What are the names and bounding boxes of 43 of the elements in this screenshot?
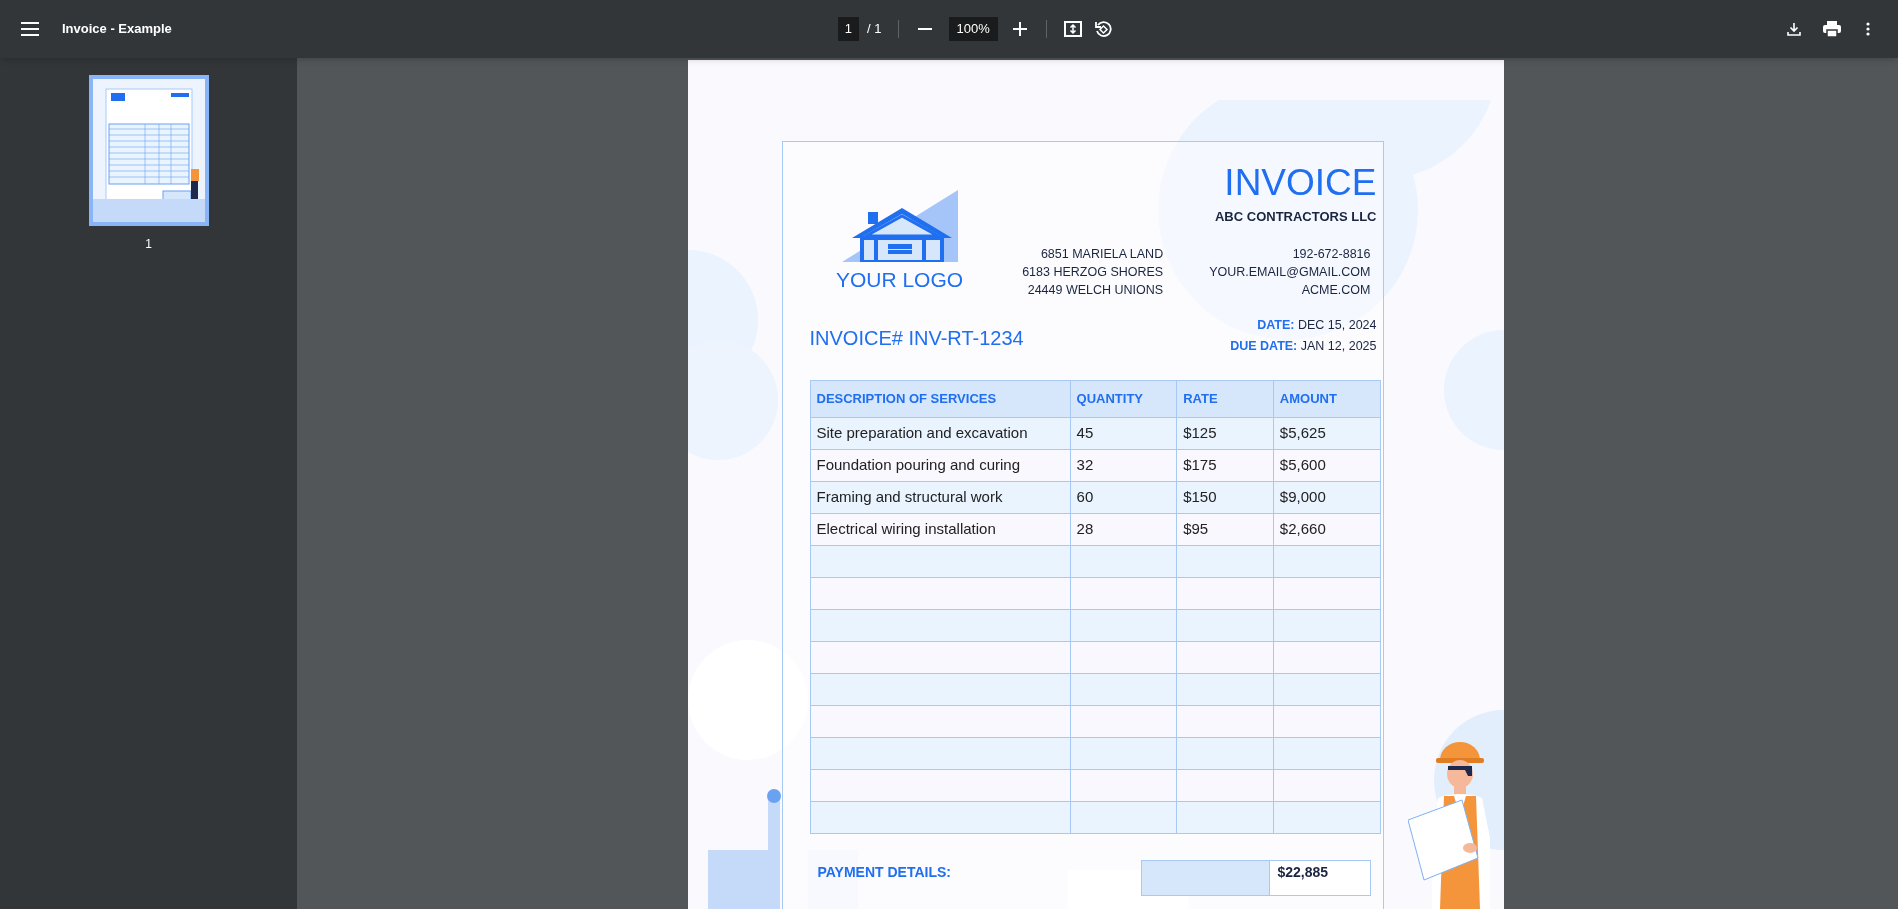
zoom-field[interactable]: 100% <box>948 17 998 41</box>
table-cell: $150 <box>1176 481 1273 513</box>
table-cell: $125 <box>1176 417 1273 449</box>
table-cell-text: Electrical wiring installation <box>815 518 997 539</box>
table-cell: 28 <box>1069 513 1177 545</box>
address-line: 24449 WELCH UNIONS <box>1027 281 1164 299</box>
logo-icon <box>841 190 958 262</box>
page-number-field[interactable]: 1 <box>837 17 860 41</box>
table-cell: 45 <box>1069 417 1177 449</box>
company-name: ABC CONTRACTORS LLC <box>1214 208 1378 226</box>
print-icon[interactable] <box>1822 19 1842 39</box>
address-line: 6851 MARIELA LAND <box>1040 245 1164 263</box>
page-thumbnail[interactable] <box>88 75 209 226</box>
table-cell-text: Site preparation and excavation <box>815 422 1029 443</box>
address-line: 6183 HERZOG SHORES <box>1022 263 1164 281</box>
payment-details-heading: PAYMENT DETAILS: <box>817 863 952 880</box>
invoice-title: INVOICE <box>1224 164 1378 201</box>
contact-line: 192-672-8816 <box>1292 245 1371 263</box>
column-header: QUANTITY <box>1069 380 1177 417</box>
date-line: DATE: DEC 15, 2024 <box>1257 316 1377 334</box>
contact-line: YOUR.EMAIL@GMAIL.COM <box>1209 263 1371 281</box>
fit-page-icon[interactable] <box>1062 19 1083 39</box>
page-count: / 1 <box>867 20 882 39</box>
table-cell: $9,000 <box>1272 481 1380 513</box>
table-cell: $2,660 <box>1272 513 1380 545</box>
column-header: RATE <box>1176 380 1273 417</box>
table-cell: 32 <box>1069 449 1177 481</box>
logo-text: YOUR LOGO <box>835 267 964 293</box>
table-cell: $95 <box>1176 513 1273 545</box>
column-header: AMOUNT <box>1272 380 1380 417</box>
rotate-icon[interactable] <box>1092 19 1113 39</box>
table-cell: 60 <box>1069 481 1177 513</box>
column-header: DESCRIPTION OF SERVICES <box>815 389 998 408</box>
document-title: Invoice - Example <box>62 20 172 39</box>
page-label: 1 <box>145 236 152 253</box>
table-cell-text: Framing and structural work <box>815 486 1004 507</box>
table-cell: $175 <box>1176 449 1273 481</box>
date-line: DUE DATE: JAN 12, 2025 <box>1230 337 1377 355</box>
contact-line: ACME.COM <box>1301 281 1371 299</box>
invoice-number: INVOICE# INV-RT-1234 <box>809 325 1024 351</box>
table-cell-text: Foundation pouring and curing <box>815 454 1021 475</box>
table-cell: $5,600 <box>1272 449 1380 481</box>
table-cell: $5,625 <box>1272 417 1380 449</box>
